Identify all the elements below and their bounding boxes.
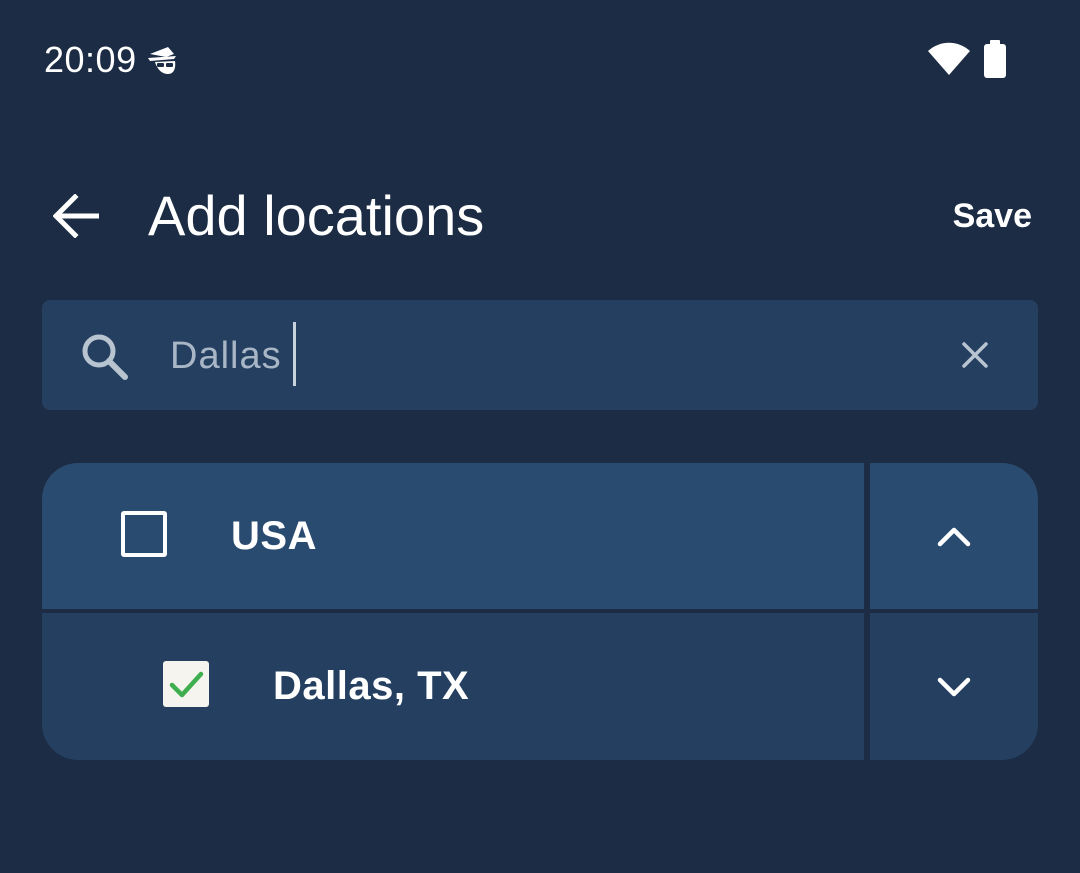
battery-icon [984, 40, 1006, 78]
expand-dallas-button[interactable] [870, 613, 1038, 760]
locations-list: USA Dallas, TX [42, 463, 1038, 760]
list-item-dallas: Dallas, TX [42, 613, 1038, 760]
search-input[interactable] [170, 328, 890, 384]
wifi-icon [928, 42, 970, 75]
close-icon [962, 342, 988, 368]
checkbox-usa[interactable] [121, 511, 167, 557]
location-row-usa[interactable]: USA [42, 463, 864, 609]
back-button[interactable] [48, 188, 104, 244]
page-title: Add locations [148, 184, 485, 247]
location-row-dallas[interactable]: Dallas, TX [42, 613, 864, 760]
text-cursor [293, 322, 296, 386]
clear-search-button[interactable] [948, 328, 1002, 382]
chevron-up-icon [937, 527, 971, 547]
checkmark-icon [169, 671, 204, 698]
checkbox-dallas[interactable] [163, 661, 209, 707]
search-icon [82, 334, 128, 380]
screen: 20:09 Add locations Save Dallas USA Dall… [0, 0, 1080, 873]
chevron-down-icon [937, 677, 971, 696]
location-label-dallas: Dallas, TX [273, 664, 470, 708]
collapse-usa-button[interactable] [870, 463, 1038, 609]
status-time: 20:09 [44, 39, 137, 80]
list-item-usa: USA [42, 463, 1038, 609]
spy-icon [148, 47, 176, 74]
save-button[interactable]: Save [953, 194, 1032, 238]
arrow-left-icon [53, 194, 99, 238]
location-label-usa: USA [231, 514, 317, 558]
